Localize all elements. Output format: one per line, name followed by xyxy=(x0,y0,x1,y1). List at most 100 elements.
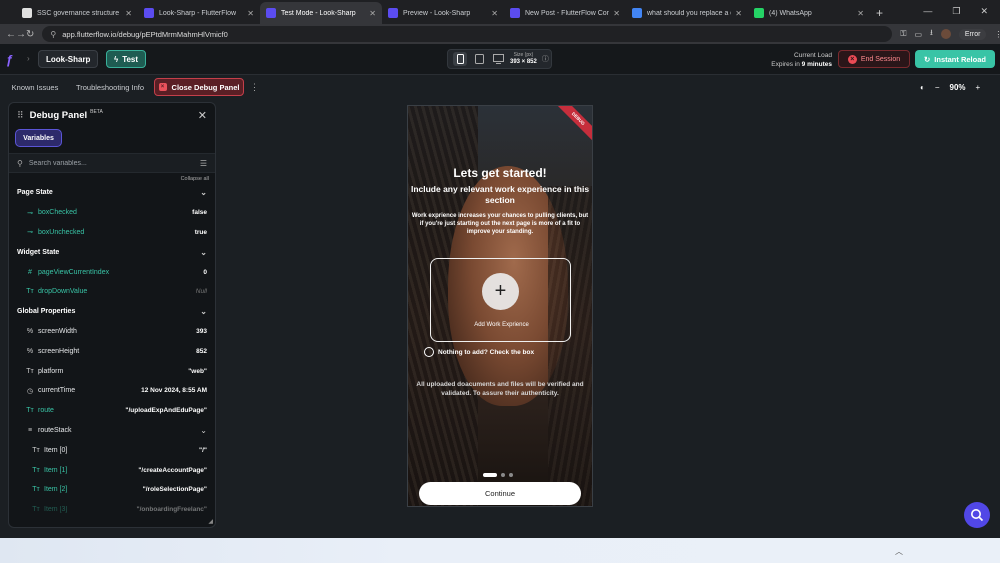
search-input[interactable] xyxy=(28,159,194,167)
restore-icon[interactable]: ❐ xyxy=(952,6,960,17)
forward-icon[interactable]: → xyxy=(16,29,26,40)
continue-button[interactable]: Continue xyxy=(419,482,581,505)
page-dot-active[interactable] xyxy=(483,473,497,477)
phone-device-icon[interactable] xyxy=(453,52,467,66)
variable-row[interactable]: ⊸ boxUnchecked true xyxy=(9,223,215,243)
reload-icon[interactable]: ↻ xyxy=(26,29,34,40)
size-info: Size (px) 393 × 852 xyxy=(510,52,537,66)
variable-row[interactable]: Tт dropDownValue Null xyxy=(9,282,215,302)
verification-notice: All uploaded doacuments and files will b… xyxy=(416,381,584,397)
zoom-in-icon[interactable]: + xyxy=(976,83,981,92)
string-icon: Tт xyxy=(26,288,34,296)
variable-row[interactable]: Tт Item [0] "/" xyxy=(9,440,215,460)
minimize-icon[interactable]: — xyxy=(923,6,932,16)
search-fab-button[interactable] xyxy=(964,502,990,528)
variable-row[interactable]: % screenWidth 393 xyxy=(9,322,215,342)
browser-tab[interactable]: SSC governance structure unde ✕ xyxy=(16,2,138,24)
cast-icon[interactable]: ▭ xyxy=(914,30,922,39)
tablet-device-icon[interactable] xyxy=(472,52,486,66)
desktop-device-icon[interactable] xyxy=(491,52,505,66)
variable-row[interactable]: Tт route "/uploadExpAndEduPage" xyxy=(9,401,215,421)
known-issues-button[interactable]: Known Issues xyxy=(4,78,66,96)
list-icon: ≡ xyxy=(27,426,33,434)
instant-reload-button[interactable]: ↻ Instant Reload xyxy=(915,50,995,68)
close-tab-icon[interactable]: ✕ xyxy=(369,9,376,18)
variable-row[interactable]: Tт Item [1] "/createAccountPage" xyxy=(9,460,215,480)
close-tab-icon[interactable]: ✕ xyxy=(247,9,254,18)
chevron-down-icon: ⌄ xyxy=(200,247,207,257)
variable-row[interactable]: % screenHeight 852 xyxy=(9,341,215,361)
close-debug-panel-button[interactable]: × Close Debug Panel xyxy=(154,78,244,96)
more-options-icon[interactable]: ⋮ xyxy=(250,82,259,93)
drag-handle-icon[interactable]: ⠿ xyxy=(17,110,24,121)
section-widget-state[interactable]: Widget State ⌄ xyxy=(9,242,215,262)
test-mode-button[interactable]: ϟ Test xyxy=(106,50,146,68)
close-tab-icon[interactable]: ✕ xyxy=(735,9,742,18)
chevron-down-icon: ⌄ xyxy=(200,188,207,198)
close-window-icon[interactable]: ✕ xyxy=(980,6,988,17)
flutterflow-logo-icon[interactable]: ƒ xyxy=(6,52,20,67)
new-tab-button[interactable]: + xyxy=(876,2,883,24)
zoom-out-icon[interactable]: − xyxy=(935,83,940,92)
url-field[interactable]: ⚲ app.flutterflow.io/debug/pEPtdMrmMahmH… xyxy=(42,26,893,42)
debug-banner: DEBUG xyxy=(553,106,592,144)
zoom-level: 90% xyxy=(949,82,966,92)
variable-name: Item [1] xyxy=(44,466,68,474)
variable-row[interactable]: Tт Item [3] "/onboardingFreelanc" xyxy=(9,500,215,520)
variable-row[interactable]: ◷ currentTime 12 Nov 2024, 8:55 AM xyxy=(9,381,215,401)
browser-tab[interactable]: (4) WhatsApp ✕ xyxy=(748,2,870,24)
checkbox-label: Nothing to add? Check the box xyxy=(438,348,535,356)
browser-tab[interactable]: Test Mode - Look-Sharp ✕ xyxy=(260,2,382,24)
close-tab-icon[interactable]: ✕ xyxy=(125,9,132,18)
project-name-button[interactable]: Look-Sharp xyxy=(38,50,99,68)
variable-row[interactable]: # pageViewCurrentIndex 0 xyxy=(9,262,215,282)
double-icon: % xyxy=(26,347,34,355)
site-info-icon[interactable]: ⚲ xyxy=(50,30,56,39)
section-global-properties[interactable]: Global Properties ⌄ xyxy=(9,302,215,322)
info-icon[interactable]: ⓘ xyxy=(542,54,549,64)
nothing-to-add-checkbox[interactable]: Nothing to add? Check the box xyxy=(424,347,534,357)
test-label: Test xyxy=(122,54,139,64)
browser-tab[interactable]: New Post - FlutterFlow Commu ✕ xyxy=(504,2,626,24)
page-dot[interactable] xyxy=(509,473,513,477)
close-tab-icon[interactable]: ✕ xyxy=(491,9,498,18)
close-tab-icon[interactable]: ✕ xyxy=(613,9,620,18)
variable-row[interactable]: ⊸ boxChecked false xyxy=(9,203,215,223)
variable-row[interactable]: Tт platform "web" xyxy=(9,361,215,381)
variable-name: pageViewCurrentIndex xyxy=(38,268,110,276)
variable-value: "/" xyxy=(199,446,207,454)
back-icon[interactable]: ← xyxy=(6,29,16,40)
end-session-button[interactable]: × End Session xyxy=(838,50,910,68)
favicon-icon xyxy=(510,8,520,18)
variable-row[interactable]: ≡ routeStack ⌄ xyxy=(9,421,215,441)
tab-title: (4) WhatsApp xyxy=(769,9,812,17)
variable-row[interactable]: Tт Item [2] "/roleSelectionPage" xyxy=(9,480,215,500)
download-icon[interactable]: ⭳ xyxy=(930,27,933,41)
menu-icon[interactable]: ⋮ xyxy=(994,30,1000,39)
error-button[interactable]: Error xyxy=(958,28,987,40)
extensions-icon[interactable]: ⚿ xyxy=(900,29,906,39)
close-icon[interactable]: ✕ xyxy=(198,109,207,122)
add-work-experience-card[interactable]: + Add Work Exprience xyxy=(430,258,571,342)
filter-icon[interactable]: ☰ xyxy=(200,159,207,168)
plus-icon[interactable]: + xyxy=(482,273,519,310)
tab-variables[interactable]: Variables xyxy=(15,129,62,147)
section-label: Widget State xyxy=(17,248,60,256)
troubleshooting-info-button[interactable]: Troubleshooting Info xyxy=(70,78,150,96)
tab-title: what should you replace a date xyxy=(647,9,731,17)
checkbox-circle-icon[interactable] xyxy=(424,347,434,357)
resize-handle-icon[interactable]: ◢ xyxy=(208,518,213,525)
dark-mode-icon[interactable]: ◐ xyxy=(920,83,925,92)
collapse-all-link[interactable]: Collapse all xyxy=(9,173,215,183)
variable-value: "/onboardingFreelanc" xyxy=(136,506,207,514)
section-page-state[interactable]: Page State ⌄ xyxy=(9,183,215,203)
chevron-up-icon[interactable]: ︿ xyxy=(895,546,903,557)
browser-tab[interactable]: Preview - Look-Sharp ✕ xyxy=(382,2,504,24)
variable-value: "web" xyxy=(188,367,207,375)
size-label: Size (px) xyxy=(513,52,534,58)
close-tab-icon[interactable]: ✕ xyxy=(857,9,864,18)
browser-tab[interactable]: Look-Sharp - FlutterFlow ✕ xyxy=(138,2,260,24)
profile-avatar[interactable] xyxy=(940,29,951,39)
page-dot[interactable] xyxy=(501,473,505,477)
browser-tab[interactable]: what should you replace a date ✕ xyxy=(626,2,748,24)
